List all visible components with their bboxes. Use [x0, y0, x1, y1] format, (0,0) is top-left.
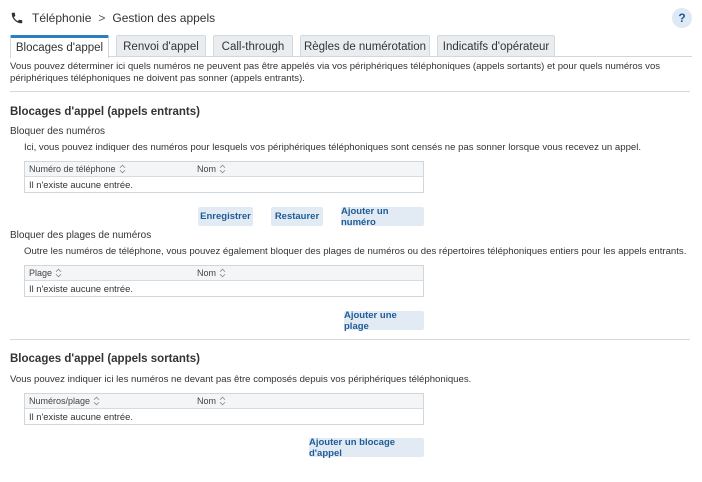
column-label: Nom	[197, 396, 217, 406]
tab-dialing-rules[interactable]: Règles de numérotation	[300, 35, 430, 57]
incoming-section-title: Blocages d'appel (appels entrants)	[10, 106, 200, 118]
intro-text: Vous pouvez déterminer ici quels numéros…	[10, 61, 661, 84]
restore-button[interactable]: Restaurer	[271, 207, 323, 226]
sort-icon	[219, 396, 226, 406]
breadcrumb: Téléphonie > Gestion des appels ?	[10, 8, 692, 28]
sort-icon	[219, 164, 226, 174]
block-ranges-description: Outre les numéros de téléphone, vous pou…	[24, 246, 687, 257]
column-label: Nom	[197, 164, 217, 174]
table-header: Numéros/plage Nom	[25, 394, 423, 409]
blocked-outgoing-table: Numéros/plage Nom Il n'existe aucune ent…	[24, 393, 424, 425]
column-numbers-range[interactable]: Numéros/plage	[29, 396, 100, 406]
section-divider	[10, 91, 690, 92]
column-name[interactable]: Nom	[197, 164, 226, 174]
sort-icon	[55, 268, 62, 278]
help-button[interactable]: ?	[672, 8, 692, 28]
column-name[interactable]: Nom	[197, 396, 226, 406]
breadcrumb-separator: >	[98, 11, 106, 25]
save-button[interactable]: Enregistrer	[198, 207, 253, 226]
sort-icon	[93, 396, 100, 406]
tab-call-blocking[interactable]: Blocages d'appel	[10, 35, 109, 58]
breadcrumb-telephony[interactable]: Téléphonie	[32, 11, 91, 25]
sort-icon	[219, 268, 226, 278]
phone-icon	[11, 12, 23, 24]
add-range-button[interactable]: Ajouter une plage	[344, 310, 424, 332]
blocked-ranges-table: Plage Nom Il n'existe aucune entrée.	[24, 265, 424, 297]
column-name[interactable]: Nom	[197, 268, 226, 278]
blocked-numbers-table: Numéro de téléphone Nom Il n'existe aucu…	[24, 161, 424, 193]
breadcrumb-current-page: Gestion des appels	[112, 11, 216, 25]
empty-row: Il n'existe aucune entrée.	[29, 411, 133, 422]
table-header: Numéro de téléphone Nom	[25, 162, 423, 177]
column-label: Numéro de téléphone	[29, 164, 116, 174]
tab-call-through[interactable]: Call-through	[213, 35, 293, 57]
sort-icon	[119, 164, 125, 174]
column-label: Plage	[29, 268, 53, 278]
column-range[interactable]: Plage	[29, 268, 62, 278]
block-numbers-description: Ici, vous pouvez indiquer des numéros po…	[24, 142, 642, 153]
tab-call-forwarding[interactable]: Renvoi d'appel	[116, 35, 206, 57]
table-header: Plage Nom	[25, 266, 423, 281]
empty-row: Il n'existe aucune entrée.	[29, 179, 133, 190]
add-number-button[interactable]: Ajouter un numéro	[341, 206, 424, 228]
empty-row: Il n'existe aucune entrée.	[29, 283, 133, 294]
tab-bar: Blocages d'appel Renvoi d'appel Call-thr…	[10, 35, 692, 58]
add-call-block-button[interactable]: Ajouter un blocage d'appel	[309, 437, 424, 459]
outgoing-description: Vous pouvez indiquer ici les numéros ne …	[10, 374, 472, 385]
column-label: Numéros/plage	[29, 396, 91, 406]
block-ranges-title: Bloquer des plages de numéros	[10, 230, 152, 241]
section-divider	[10, 339, 690, 340]
outgoing-section-title: Blocages d'appel (appels sortants)	[10, 353, 200, 365]
tab-carrier-codes[interactable]: Indicatifs d'opérateur	[437, 35, 555, 57]
column-label: Nom	[197, 268, 217, 278]
block-numbers-title: Bloquer des numéros	[10, 126, 106, 137]
column-phone-number[interactable]: Numéro de téléphone	[29, 164, 126, 174]
